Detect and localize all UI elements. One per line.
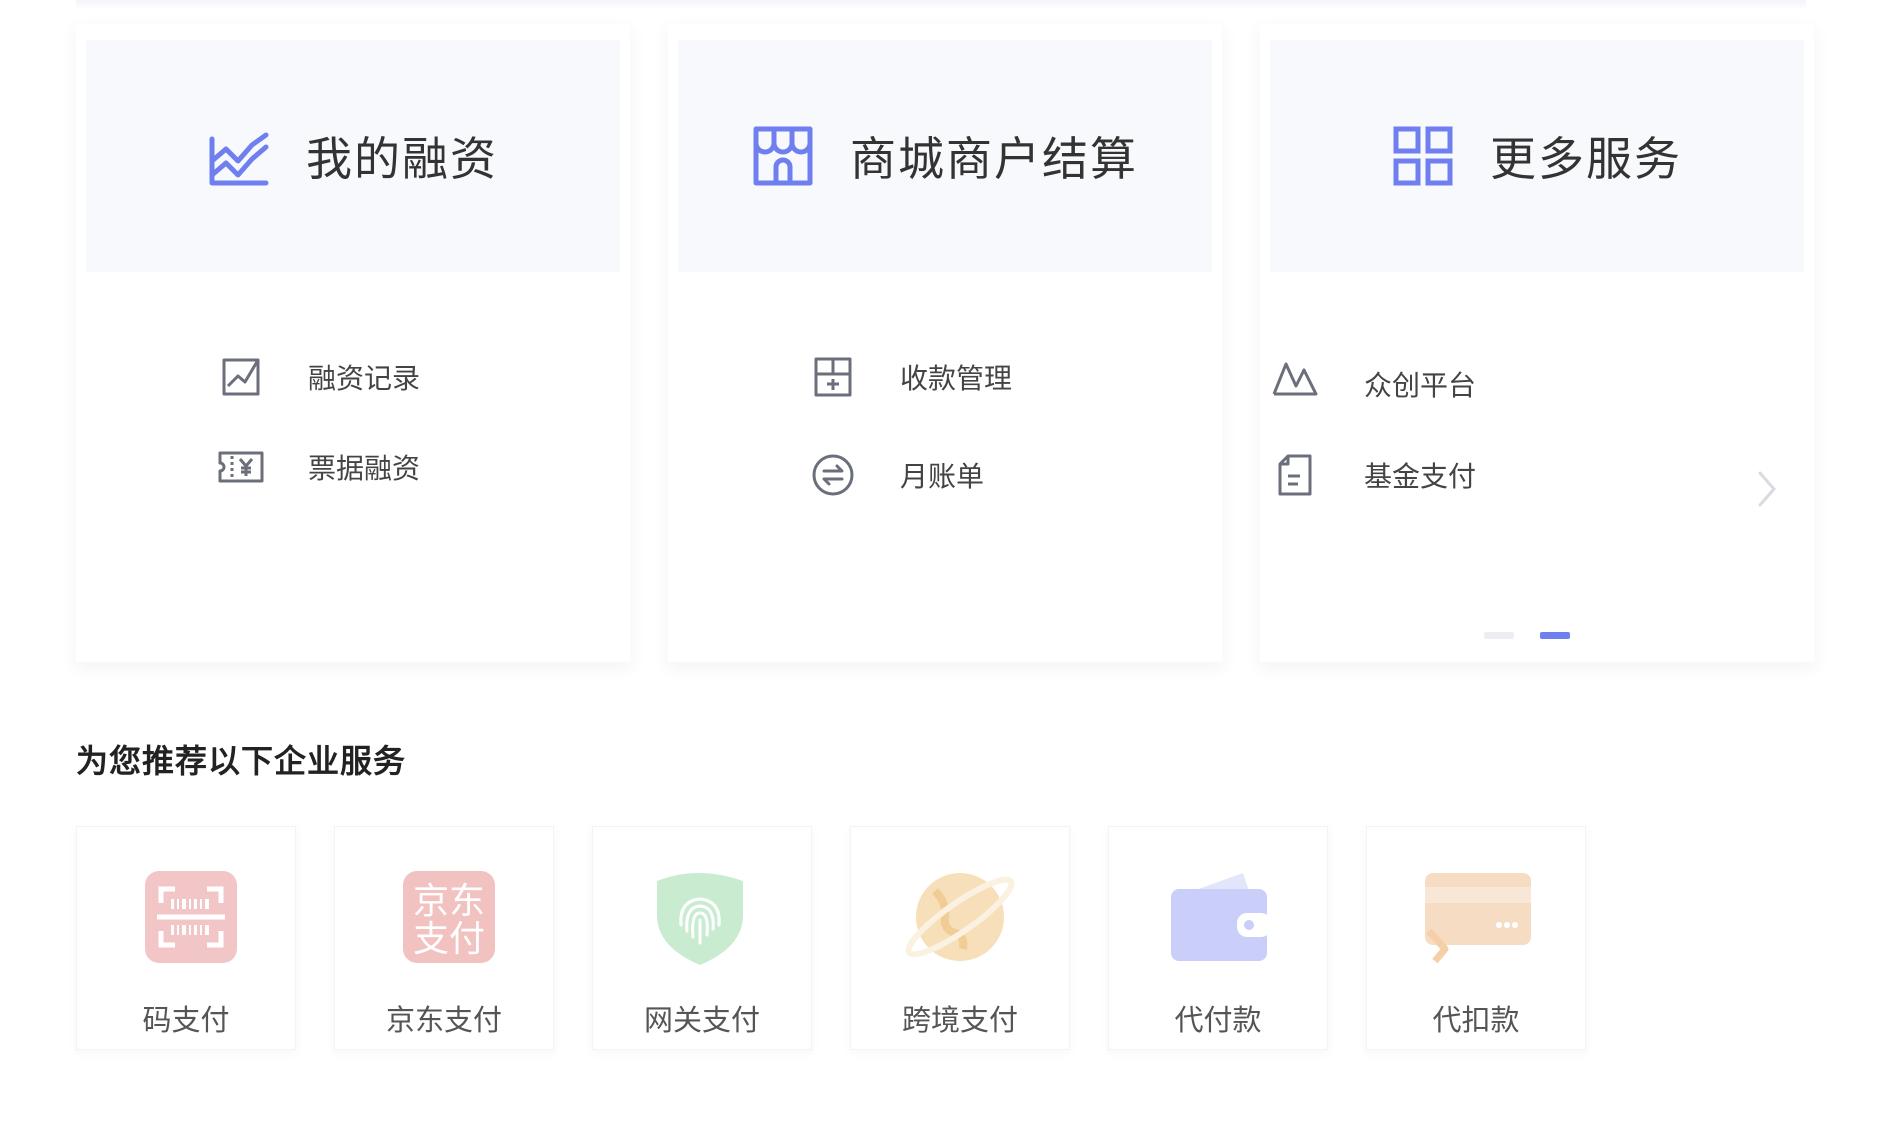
service-cross-border-pay[interactable]: 跨境支付 (850, 826, 1070, 1050)
link-innovation-platform[interactable]: 众创平台 (1272, 356, 1476, 402)
mountain-icon (1272, 362, 1318, 396)
link-label: 融资记录 (308, 362, 421, 395)
exchange-circle-icon (812, 454, 854, 496)
jd-pay-icon: 京东 支付 (403, 871, 495, 963)
top-edge-shadow (76, 0, 1806, 10)
link-label: 基金支付 (1364, 460, 1477, 493)
link-label: 票据融资 (308, 452, 421, 485)
card-title: 商城商户结算 (850, 132, 1138, 186)
service-label: 代付款 (1174, 1003, 1262, 1037)
link-label: 月账单 (900, 460, 985, 493)
jd-pay-icon-text-2: 支付 (413, 919, 485, 960)
jd-pay-icon-text-1: 京东 (413, 881, 485, 922)
trend-up-box-icon (222, 358, 260, 396)
card-more-services: 更多服务 众创平台 基金支付 (1260, 24, 1814, 662)
card-header[interactable]: 商城商户结算 (678, 40, 1212, 272)
link-financing-records[interactable]: 融资记录 (218, 354, 420, 400)
pagination-dot[interactable] (1484, 632, 1514, 639)
service-direct-debit[interactable]: 代扣款 (1366, 826, 1586, 1050)
ticket-yen-icon (218, 451, 264, 483)
link-fund-payment[interactable]: 基金支付 (1272, 452, 1476, 498)
pagination-dot-active[interactable] (1540, 632, 1570, 639)
service-label: 跨境支付 (901, 1003, 1018, 1037)
card-mall-settlement: 商城商户结算 收款管理 月账单 (668, 24, 1222, 662)
fingerprint-shield-icon (657, 873, 743, 965)
card-title: 我的融资 (306, 132, 498, 186)
card-my-financing: 我的融资 融资记录 票据融资 (76, 24, 630, 662)
service-label: 码支付 (142, 1003, 230, 1037)
service-code-pay[interactable]: 码支付 (76, 826, 296, 1050)
link-bill-financing[interactable]: 票据融资 (218, 444, 420, 490)
link-label: 众创平台 (1364, 369, 1477, 402)
grid-icon (1393, 126, 1453, 186)
cash-register-icon (814, 357, 852, 397)
card-header[interactable]: 我的融资 (86, 40, 620, 272)
link-payment-management[interactable]: 收款管理 (810, 354, 1012, 400)
service-jd-pay[interactable]: 京东 支付 京东支付 (334, 826, 554, 1050)
wallet-icon (1171, 873, 1271, 961)
service-label: 代扣款 (1432, 1003, 1520, 1037)
document-icon (1278, 454, 1312, 496)
card-header[interactable]: 更多服务 (1270, 40, 1804, 272)
carousel-pagination (1484, 632, 1570, 639)
card-title: 更多服务 (1490, 132, 1682, 186)
service-payment-on-behalf[interactable]: 代付款 (1108, 826, 1328, 1050)
service-gateway-pay[interactable]: 网关支付 (592, 826, 812, 1050)
chevron-right-icon[interactable] (1752, 469, 1782, 509)
barcode-scan-icon (145, 871, 237, 963)
link-label: 收款管理 (900, 362, 1013, 395)
service-label: 京东支付 (385, 1003, 502, 1037)
planet-icon (905, 873, 1015, 961)
recommend-section-title: 为您推荐以下企业服务 (76, 742, 407, 780)
store-icon (753, 126, 813, 186)
service-label: 网关支付 (643, 1003, 760, 1037)
link-monthly-bill[interactable]: 月账单 (810, 452, 984, 498)
trend-chart-icon (209, 132, 269, 186)
card-debit-icon (1425, 873, 1531, 964)
